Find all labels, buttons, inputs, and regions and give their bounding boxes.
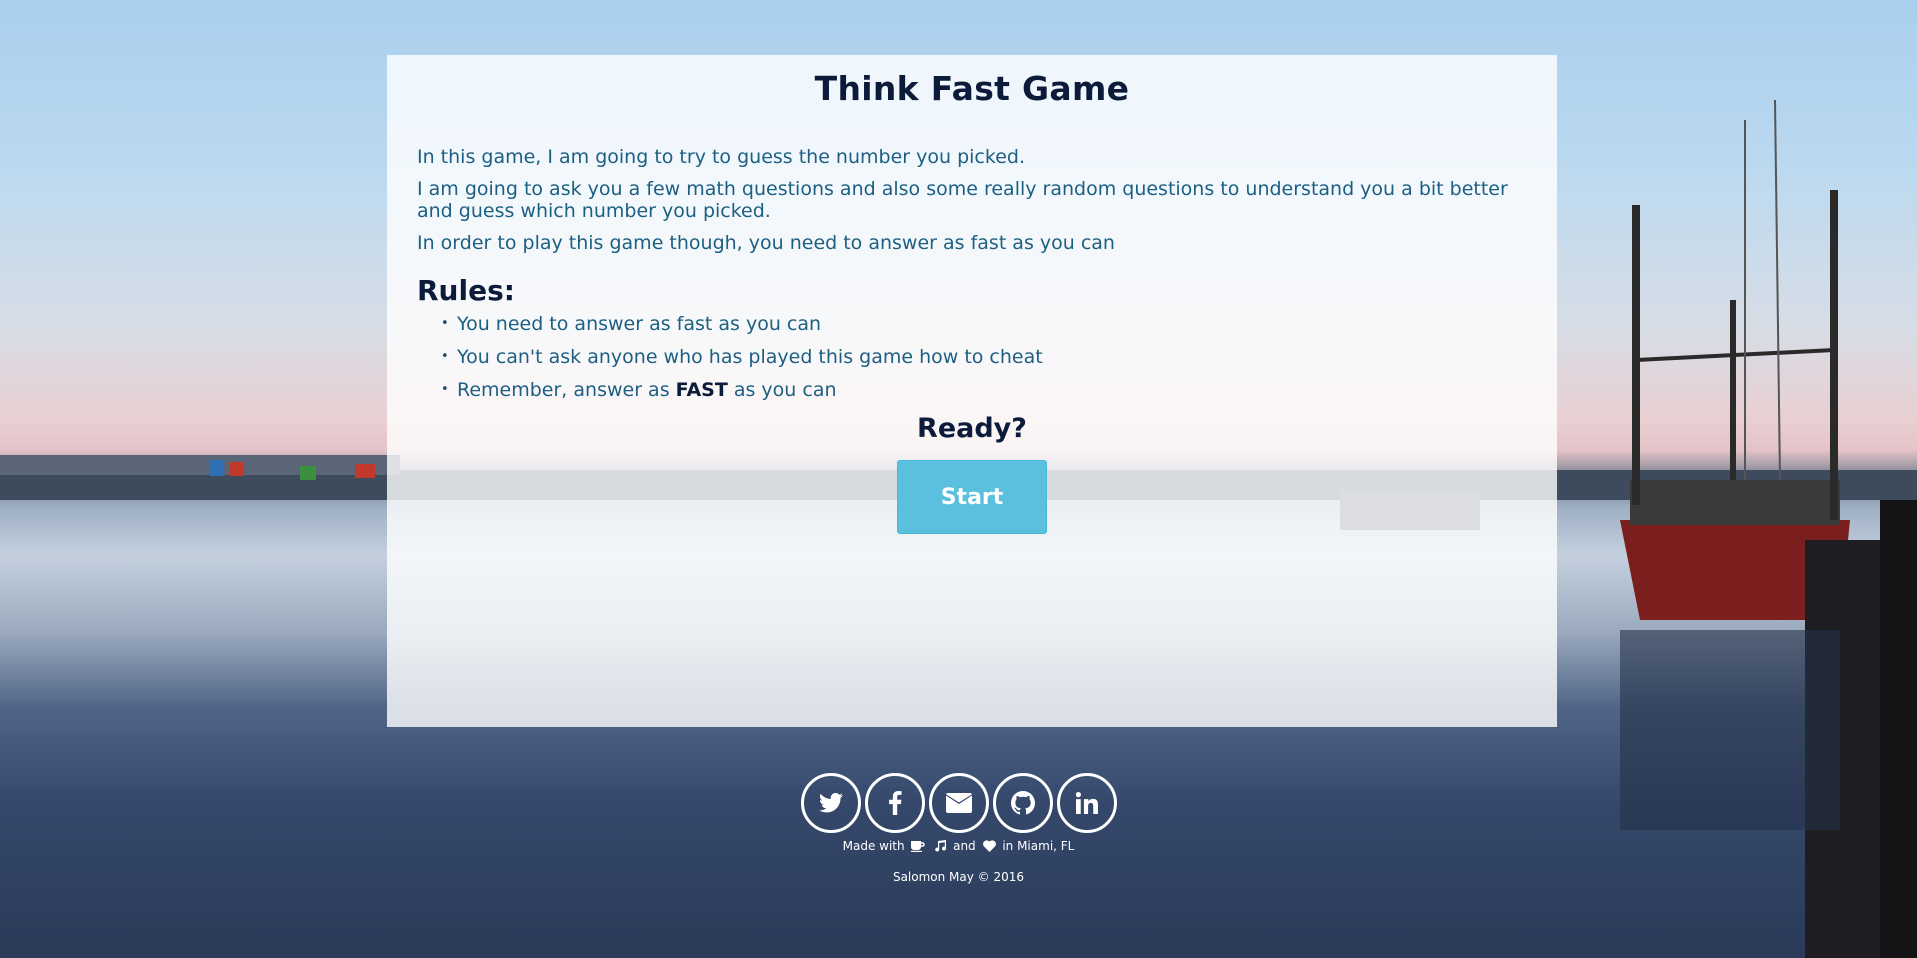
github-link[interactable] [992, 773, 1053, 833]
linkedin-link[interactable] [1056, 773, 1117, 833]
rules-heading: Rules: [417, 274, 515, 307]
social-links [0, 773, 1917, 833]
ready-prompt: Ready? [917, 413, 1027, 444]
heart-icon [982, 840, 996, 852]
intro-paragraph-1: In this game, I am going to try to guess… [417, 146, 1025, 168]
facebook-link[interactable] [864, 773, 925, 833]
start-button[interactable]: Start [897, 460, 1047, 534]
intro-paragraph-2: I am going to ask you a few math questio… [417, 178, 1508, 222]
intro-paragraph-3: In order to play this game though, you n… [417, 232, 1115, 254]
rule-3-text-before: Remember, answer as [457, 379, 676, 401]
rule-3-text-after: as you can [727, 379, 837, 401]
game-panel: Think Fast Game In this game, I am going… [387, 55, 1557, 727]
intro-text: In this game, I am going to try to guess… [417, 146, 1527, 254]
footer-made-with: Made with and in Miami, FL [0, 839, 1917, 853]
footer-and: and [953, 839, 976, 853]
rule-item-2: You can't ask anyone who has played this… [441, 346, 1527, 368]
rules-list: You need to answer as fast as you can Yo… [417, 313, 1527, 401]
twitter-link[interactable] [800, 773, 861, 833]
music-icon [935, 840, 947, 852]
rule-item-3: Remember, answer as FAST as you can [441, 379, 1527, 401]
footer-copyright: Salomon May © 2016 [892, 870, 1025, 884]
page-title: Think Fast Game [814, 69, 1130, 108]
github-icon [1010, 791, 1035, 815]
footer-made-suffix: in Miami, FL [1002, 839, 1075, 853]
linkedin-icon [1075, 792, 1098, 814]
twitter-icon [818, 793, 843, 813]
rule-item-1: You need to answer as fast as you can [441, 313, 1527, 335]
email-link[interactable] [928, 773, 989, 833]
facebook-icon [888, 791, 902, 815]
envelope-icon [945, 793, 972, 813]
coffee-icon [911, 841, 926, 852]
footer-made-prefix: Made with [842, 839, 905, 853]
rule-3-fast-emphasis: FAST [675, 379, 728, 401]
start-wrap: Start [417, 460, 1527, 534]
